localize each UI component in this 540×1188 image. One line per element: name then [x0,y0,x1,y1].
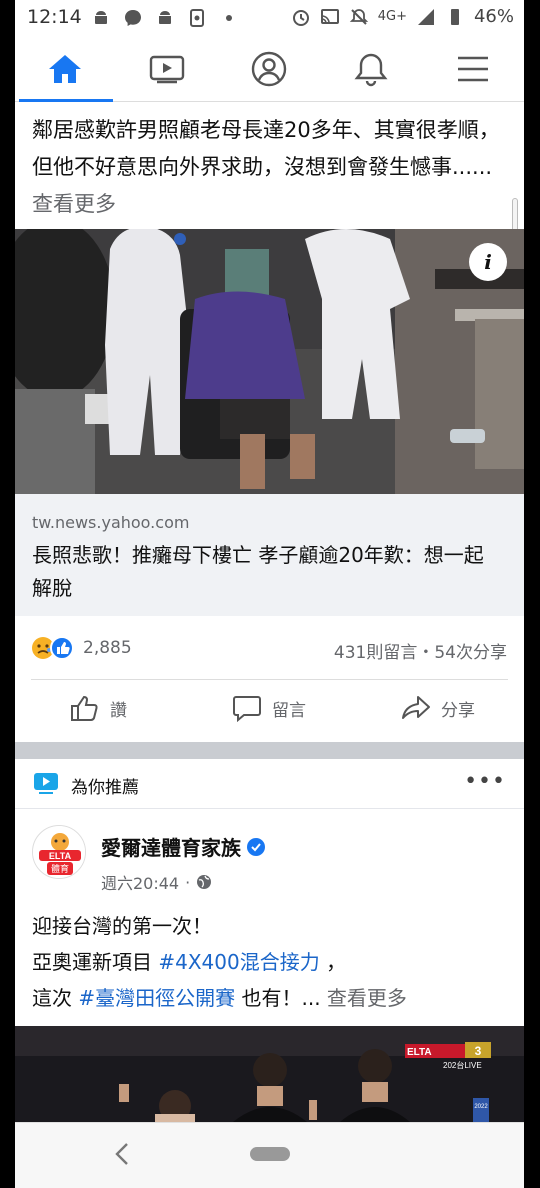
globe-icon [197,875,212,889]
share-button[interactable]: 分享 [401,694,475,722]
cast-icon [320,8,339,24]
android-navigation-bar [15,1122,524,1188]
top-navigation [15,36,524,102]
reaction-count[interactable]: 2,885 [83,638,132,658]
status-time: 12:14 [27,6,82,28]
system-status: 4G+ 46% [291,6,514,27]
back-icon[interactable] [111,1141,135,1167]
news-photo-image [15,229,524,494]
video-icon [149,55,185,84]
page-name-text: 愛爾達體育家族 [101,836,241,860]
post-body: 鄰居感歎許男照顧老母長達20多年、其實很孝順，但他不好意思向外界求助，沒想到會發… [32,118,500,179]
recommended-post-text: 迎接台灣的第一次！ 亞奧運新項目 #4X400混合接力 ， 這次 #臺灣田徑公開… [32,908,512,1016]
svg-text:體育: 體育 [51,863,69,875]
feed-separator [15,742,524,759]
post-line-3: 這次 #臺灣田徑公開賽 也有！... 查看更多 [32,986,407,1010]
hamburger-menu-icon [458,56,488,82]
post-time[interactable]: 週六20:44 [101,870,179,894]
android-icon [95,11,107,24]
link-domain: tw.news.yahoo.com [32,513,190,532]
svg-text:ELTA: ELTA [407,1047,432,1058]
info-icon[interactable]: i [469,243,507,281]
comment-label: 留言 [272,700,306,721]
battery-level: 46% [473,6,514,27]
network-type: 4G+ [377,9,407,24]
divider [31,679,508,680]
app-notification-icon [190,9,204,27]
comments-shares-count[interactable]: 431則留言・54次分享 [334,638,507,663]
recommended-header: 為你推薦 ••• [15,759,524,809]
svg-text:2022: 2022 [474,1104,488,1110]
tab-watch[interactable] [117,36,217,102]
avatar[interactable]: ELTA 體育 [32,825,86,879]
see-more-link[interactable]: 查看更多 [32,192,116,216]
battery-icon [450,8,459,25]
facebook-app-screen: 12:14 4G+ 46% 鄰居感歎許男照顧老母長達20多年、其實很孝順，但他不… [15,0,524,1188]
hashtag-link[interactable]: #臺灣田徑公開賽 [78,986,235,1010]
android-icon [159,11,171,24]
like-label: 讚 [110,700,127,721]
link-title: 長照悲歌！推癱母下樓亡 孝子顧逾20年歎：想一起解脫 [32,543,484,600]
bell-icon [354,53,388,87]
tab-profile[interactable] [219,36,319,102]
svg-text:202台LIVE: 202台LIVE [443,1060,482,1070]
post-photo[interactable]: i [15,229,524,494]
hashtag-link[interactable]: #4X400混合接力 [158,950,319,974]
mute-icon [349,8,368,25]
link-preview[interactable]: tw.news.yahoo.com 長照悲歌！推癱母下樓亡 孝子顧逾20年歎：想… [15,494,524,616]
dot-icon [226,15,232,21]
post-meta: 週六20:44 · [101,870,212,894]
see-more-link[interactable]: 查看更多 [327,986,407,1010]
share-icon [402,696,430,719]
tab-menu[interactable] [423,36,523,102]
reactions-summary: 2,885 431則留言・54次分享 [15,630,524,666]
more-options-icon[interactable]: ••• [464,769,506,794]
share-label: 分享 [441,700,475,721]
profile-icon [251,51,287,87]
post-line-1: 迎接台灣的第一次！ [32,914,212,938]
messenger-icon [125,10,141,26]
sports-video-frame: ELTA 3 202台LIVE 2022 [15,1026,524,1122]
post-actions: 讚 留言 分享 [15,686,524,738]
post-line-2: 亞奧運新項目 #4X400混合接力 ， [32,950,347,974]
tab-notifications[interactable] [321,36,421,102]
signal-icon [417,8,434,25]
reaction-icons[interactable] [31,636,79,660]
comment-icon [233,696,261,722]
verified-badge-icon [247,837,265,856]
meta-separator: · [185,872,191,892]
svg-text:3: 3 [475,1044,482,1058]
recommended-title: 為你推薦 [71,778,139,798]
thumbs-up-icon [71,695,98,721]
active-tab-indicator [19,99,113,102]
tab-home[interactable] [15,36,115,102]
notification-icons [91,8,239,28]
home-pill-button[interactable] [250,1147,290,1161]
watch-recommendation-icon [34,773,58,794]
comment-button[interactable]: 留言 [232,694,306,722]
elta-sports-logo: ELTA 體育 [33,826,85,878]
post-text: 鄰居感歎許男照顧老母長達20多年、其實很孝順，但他不好意思向外界求助，沒想到會發… [32,112,512,223]
recommended-video[interactable]: ELTA 3 202台LIVE 2022 [15,1026,524,1122]
alarm-icon [292,9,309,26]
like-button[interactable]: 讚 [70,694,127,722]
home-icon [49,55,81,83]
status-bar: 12:14 4G+ 46% [15,0,524,36]
svg-text:ELTA: ELTA [49,851,72,861]
page-name[interactable]: 愛爾達體育家族 [101,832,265,861]
